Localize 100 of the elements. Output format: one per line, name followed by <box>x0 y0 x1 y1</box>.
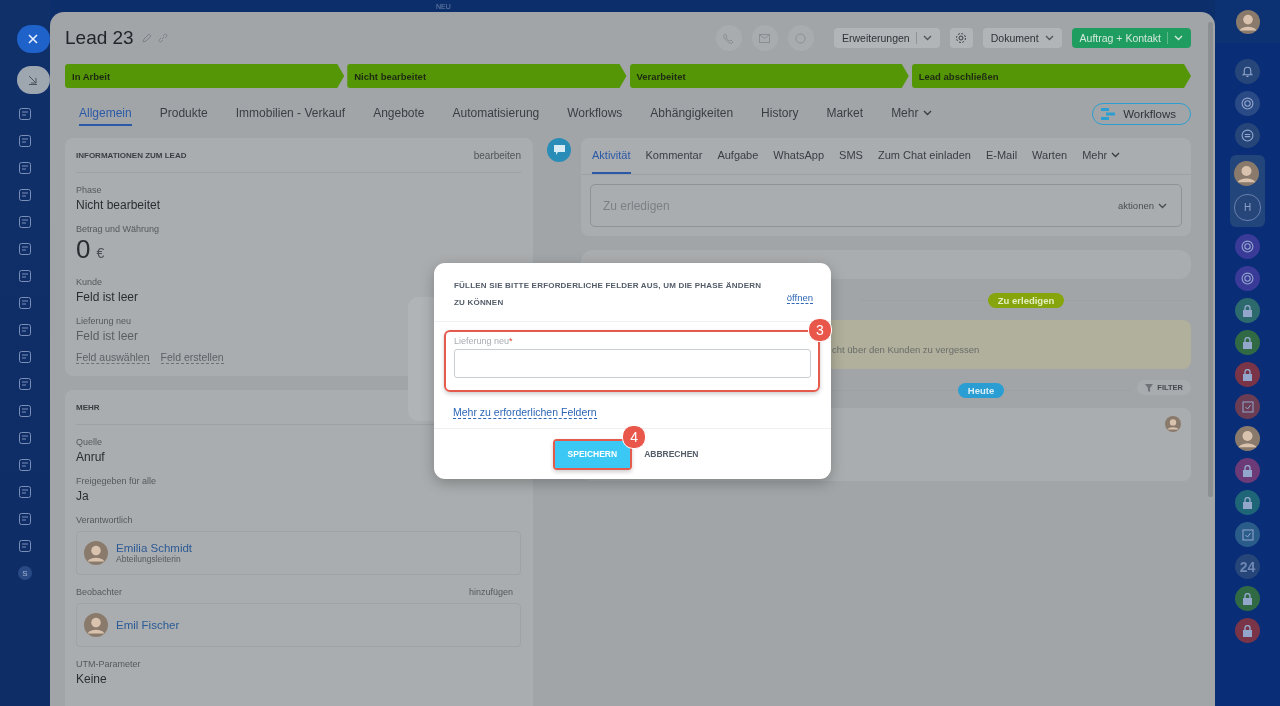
field-value: Feld ist leer <box>76 329 139 343</box>
add-link[interactable]: hinzufügen <box>468 587 513 597</box>
stage-step[interactable]: In Arbeit <box>65 64 345 88</box>
menu-icon[interactable] <box>18 215 32 229</box>
tab[interactable]: Mehr <box>1082 138 1121 174</box>
workflow-icon <box>1101 108 1116 120</box>
cancel-button[interactable]: ABBRECHEN <box>638 448 705 460</box>
menu-icon[interactable] <box>18 485 32 499</box>
tab[interactable]: SMS <box>839 138 863 174</box>
field-value: Keine <box>76 672 107 686</box>
spiral-icon[interactable] <box>1235 266 1260 291</box>
menu-icon[interactable] <box>18 377 32 391</box>
actions-dropdown[interactable]: aktionen <box>1118 200 1167 211</box>
avatar-icon <box>1235 426 1260 451</box>
caret-icon <box>923 110 933 116</box>
spiral-icon[interactable] <box>1235 91 1260 116</box>
menu-icon[interactable] <box>18 188 32 202</box>
more-fields-link[interactable]: Mehr zu erforderlichen Feldern <box>453 406 597 419</box>
tab[interactable]: Allgemein <box>79 102 132 126</box>
tab[interactable]: Immobilien - Verkauf <box>235 102 346 126</box>
lock-icon[interactable] <box>1235 362 1260 387</box>
menu-icon[interactable] <box>18 296 32 310</box>
menu-icon[interactable] <box>18 161 32 175</box>
field-label: Beobachter <box>76 587 123 597</box>
avatar-icon <box>84 613 108 637</box>
avatar-icon <box>1234 161 1259 186</box>
tab[interactable]: History <box>761 102 799 126</box>
menu-icon[interactable] <box>18 134 32 148</box>
lock-icon[interactable] <box>1235 298 1260 323</box>
tab[interactable]: Warten <box>1032 138 1068 174</box>
tab[interactable]: WhatsApp <box>773 138 825 174</box>
menu-icon[interactable] <box>18 431 32 445</box>
tab[interactable]: Automatisierung <box>452 102 540 126</box>
field-value: Anruf <box>76 450 105 464</box>
lock-icon[interactable] <box>1235 458 1260 483</box>
today-pill: Heute <box>957 382 1005 398</box>
spiral-icon[interactable] <box>1235 234 1260 259</box>
field-label: Kunde <box>76 277 103 287</box>
lock-icon[interactable] <box>1235 490 1260 515</box>
tab[interactable]: Angebote <box>373 102 425 126</box>
step-badge: 4 <box>622 424 647 449</box>
lock-icon[interactable] <box>1235 618 1260 643</box>
menu-icon[interactable] <box>18 458 32 472</box>
field-link[interactable]: Feld erstellen <box>160 351 224 364</box>
menu-icon[interactable] <box>18 512 32 526</box>
menu-icon[interactable] <box>18 107 32 121</box>
tab[interactable]: Aufgabe <box>717 138 759 174</box>
menu-icon[interactable] <box>18 323 32 337</box>
bell-icon[interactable] <box>1235 59 1260 84</box>
menu-icon[interactable] <box>18 539 32 553</box>
tab[interactable]: Kommentar <box>645 138 703 174</box>
caret-icon <box>1111 152 1121 158</box>
tab[interactable]: Workflows <box>567 102 623 126</box>
field-label: UTM-Parameter <box>76 659 141 669</box>
input-field[interactable] <box>454 349 811 378</box>
card-title: MEHR <box>76 402 100 412</box>
tab[interactable]: Produkte <box>159 102 208 126</box>
field-label: Phase <box>76 185 102 195</box>
field-value: Ja <box>76 489 89 503</box>
menu-icon[interactable] <box>18 350 32 364</box>
tab[interactable]: Abhängigkeiten <box>650 102 734 126</box>
stage-step[interactable]: Verarbeitet <box>629 64 909 88</box>
close-icon <box>28 34 38 44</box>
menu-icon[interactable] <box>18 269 32 283</box>
tab[interactable]: Mehr <box>891 102 933 126</box>
field-label: Lieferung neu <box>76 316 132 326</box>
amount-value: 0 <box>76 234 91 265</box>
field-link[interactable]: Feld auswählen <box>76 351 150 364</box>
tab[interactable]: Aktivität <box>592 138 631 174</box>
lock-icon[interactable] <box>1235 330 1260 355</box>
checkbox-icon[interactable] <box>1235 394 1260 419</box>
field-value: Feld ist leer <box>76 290 139 304</box>
close-button[interactable] <box>16 25 50 53</box>
document-button[interactable]: Dokument <box>982 28 1062 48</box>
person-name[interactable]: Emilia Schmidt <box>116 542 193 554</box>
stage-step[interactable]: Lead abschließen <box>911 64 1191 88</box>
menu-icon[interactable] <box>18 404 32 418</box>
tab[interactable]: Zum Chat einladen <box>877 138 971 174</box>
tab[interactable]: Market <box>826 102 864 126</box>
person-name[interactable]: Emil Fischer <box>116 619 180 631</box>
menu-icon[interactable] <box>18 242 32 256</box>
settings-icon[interactable] <box>949 28 973 48</box>
checkbox-icon[interactable] <box>1235 522 1260 547</box>
stage-step[interactable]: Nicht bearbeitet <box>347 64 627 88</box>
lock-icon[interactable] <box>1235 586 1260 611</box>
edit-link[interactable]: bearbeiten <box>473 149 521 161</box>
caret-icon <box>1174 35 1183 41</box>
tab[interactable]: E-Mail <box>985 138 1018 174</box>
extensions-button[interactable]: Erweiterungen <box>834 28 940 48</box>
minimize-button[interactable] <box>16 66 50 94</box>
open-link[interactable]: öffnen <box>786 292 813 304</box>
filter-icon <box>1145 383 1154 392</box>
todo-pill: Zu erledigen <box>987 292 1065 308</box>
user-initial[interactable]: S <box>18 566 32 580</box>
create-button[interactable]: Auftrag + Kontakt <box>1071 28 1191 48</box>
field-label: Quelle <box>76 437 102 447</box>
contact-initial[interactable]: H <box>1234 194 1261 221</box>
app-badge[interactable]: 24 <box>1235 554 1260 579</box>
caret-icon <box>1158 202 1167 209</box>
person-role: Abteilungsleiterin <box>116 554 182 564</box>
